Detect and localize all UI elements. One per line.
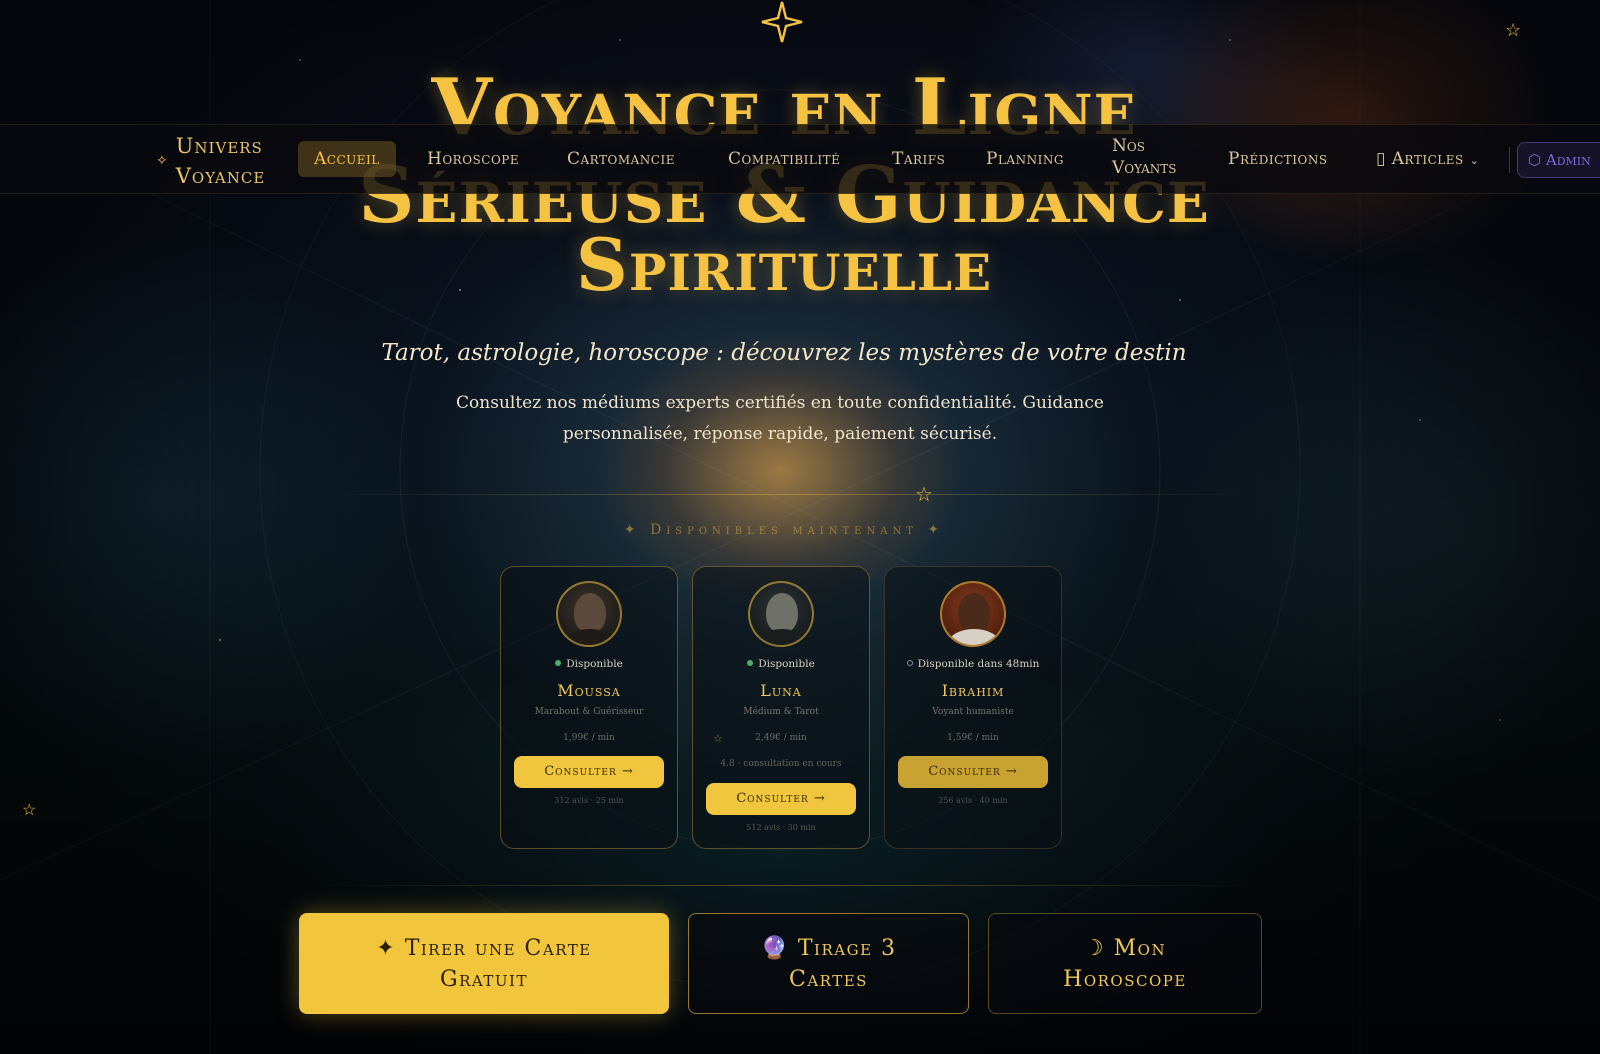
admin-label: Admin xyxy=(1545,151,1591,169)
brand-line2: Voyance xyxy=(175,164,266,188)
voyant-rating: 4.8 · consultation en cours xyxy=(720,759,842,769)
nav-nos-voyants[interactable]: Nos Voyants xyxy=(1112,135,1177,179)
star-icon: ☆ xyxy=(1505,20,1522,41)
status-badge: Disponible xyxy=(501,658,677,670)
voyant-name: Ibrahim xyxy=(941,681,1005,700)
consulter-button[interactable]: Consulter → xyxy=(706,783,856,815)
hero-tagline: Tarot, astrologie, horoscope : découvrez… xyxy=(381,340,1187,366)
main-navbar: ✧ Univers Voyance Accueil Horoscope Cart… xyxy=(0,124,1600,194)
nav-nos-voyants-line2: Voyants xyxy=(1112,158,1177,178)
draw-card-line2: Gratuit xyxy=(440,966,528,992)
voyant-stats: 312 avis · 25 min xyxy=(554,796,624,805)
voyant-role: Voyant humaniste xyxy=(932,707,1014,717)
nav-compatibilite[interactable]: Compatibilité xyxy=(728,141,840,177)
star-icon: ☆ xyxy=(22,800,37,819)
status-label: Disponible xyxy=(566,658,623,670)
nav-horoscope[interactable]: Horoscope xyxy=(427,141,519,177)
three-card-line1: 🔮 Tirage 3 xyxy=(760,935,897,961)
nav-articles-label: Articles xyxy=(1391,149,1464,169)
voyant-price: 2,49€ / min xyxy=(755,733,807,743)
avatar xyxy=(748,581,814,647)
nav-planning[interactable]: Planning xyxy=(986,141,1064,177)
status-badge: Disponible dans 48min xyxy=(885,658,1061,670)
voyant-price: 1,99€ / min xyxy=(563,733,615,743)
horoscope-line2: Horoscope xyxy=(1063,966,1187,992)
my-horoscope-button[interactable]: ☽ Mon Horoscope xyxy=(988,913,1262,1014)
nav-tarifs[interactable]: Tarifs xyxy=(892,141,945,177)
nav-accueil[interactable]: Accueil xyxy=(298,141,396,177)
voyant-price: 1,59€ / min xyxy=(947,733,999,743)
nav-cartomancie[interactable]: Cartomancie xyxy=(567,141,675,177)
nav-predictions[interactable]: Prédictions xyxy=(1228,141,1328,177)
nav-nos-voyants-line1: Nos xyxy=(1112,136,1145,156)
voyant-stats: 512 avis · 30 min xyxy=(746,823,816,832)
three-card-spread-button[interactable]: 🔮 Tirage 3 Cartes xyxy=(688,913,969,1014)
voyant-name: Luna xyxy=(760,681,802,700)
chevron-down-icon: ⌄ xyxy=(1469,154,1480,167)
status-label: Disponible xyxy=(758,658,815,670)
divider xyxy=(320,494,1260,495)
avatar xyxy=(940,581,1006,647)
admin-button[interactable]: ⬡ Admin xyxy=(1517,142,1600,178)
sparkle-icon xyxy=(761,1,803,43)
available-title: ✦ Disponibles maintenant ✦ xyxy=(623,522,945,538)
draw-card-button[interactable]: ✦ Tirer une Carte Gratuit xyxy=(299,913,669,1014)
divider xyxy=(320,885,1260,886)
voyant-role: Médium & Tarot xyxy=(743,707,819,717)
three-card-line2: Cartes xyxy=(789,966,868,992)
draw-card-line1: ✦ Tirer une Carte xyxy=(376,935,592,961)
book-icon: ▯ xyxy=(1376,149,1386,169)
sparkle-icon: ✧ xyxy=(156,153,168,169)
brand-logo[interactable]: ✧ Univers Voyance xyxy=(156,131,265,191)
hero-description: Consultez nos médiums experts certifiés … xyxy=(456,393,1104,444)
avatar xyxy=(556,581,622,647)
consulter-button[interactable]: Consulter → xyxy=(514,756,664,788)
voyant-role: Marabout & Guérisseur xyxy=(534,707,644,717)
hero-title-line3: Spirituelle xyxy=(575,222,993,307)
consulter-button[interactable]: Consulter → xyxy=(898,756,1048,788)
brand-line1: Univers xyxy=(175,134,263,158)
horoscope-line1: ☽ Mon xyxy=(1083,935,1167,961)
shield-icon: ⬡ xyxy=(1528,151,1542,169)
status-badge: Disponible xyxy=(693,658,869,670)
voyant-card-moussa: Disponible Moussa Marabout & Guérisseur … xyxy=(500,566,678,849)
nav-articles[interactable]: ▯ Articles ⌄ xyxy=(1376,141,1479,177)
nav-divider xyxy=(1509,147,1510,173)
voyant-stats: 256 avis · 40 min xyxy=(938,796,1008,805)
voyant-card-luna: Disponible Luna Médium & Tarot ☆ 2,49€ /… xyxy=(692,566,870,849)
status-label: Disponible dans 48min xyxy=(917,658,1040,670)
voyant-name: Moussa xyxy=(557,681,621,700)
voyant-card-ibrahim: Disponible dans 48min Ibrahim Voyant hum… xyxy=(884,566,1062,849)
